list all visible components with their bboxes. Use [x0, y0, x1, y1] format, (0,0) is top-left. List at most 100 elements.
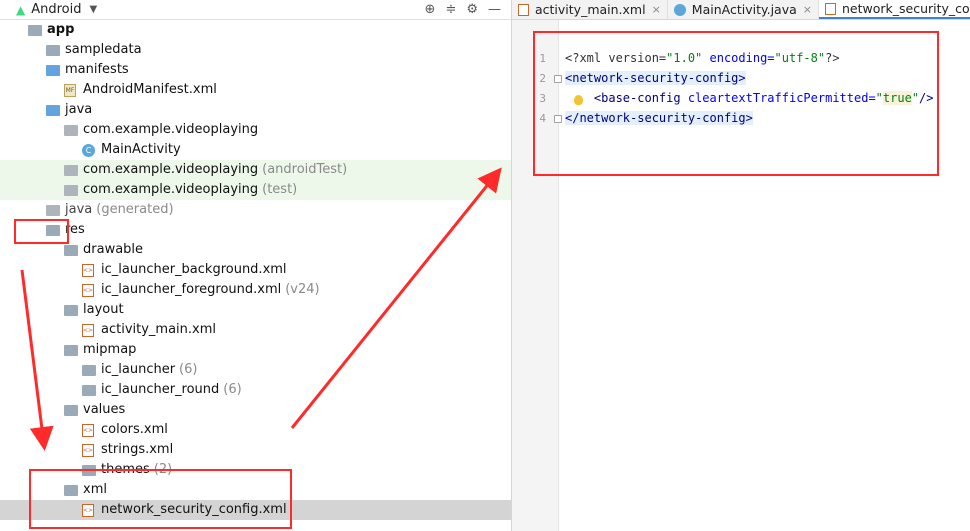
tab-label: network_security_config. — [841, 1, 970, 16]
folder-icon — [82, 385, 96, 396]
line-number: 2 — [539, 72, 546, 85]
tree-item-name: sampledata — [65, 42, 142, 57]
fold-marker-icon[interactable] — [554, 75, 562, 83]
tree-item-app[interactable]: app — [0, 20, 511, 40]
chevron-down-icon[interactable]: ▼ — [90, 4, 98, 15]
tree-item-name: drawable — [83, 242, 144, 257]
tree-item-name: java — [65, 102, 93, 117]
tree-item-label: java (generated) — [65, 200, 174, 220]
tree-item-xml[interactable]: xml — [0, 480, 511, 500]
code-line[interactable]: <base-config cleartextTrafficPermitted="… — [565, 91, 934, 105]
tab-network-security-config[interactable]: network_security_config. — [818, 0, 970, 19]
tree-item-network-security-config-xml[interactable]: <> network_security_config.xml — [0, 500, 511, 520]
tree-item-ic-launcher[interactable]: ic_launcher (6) — [0, 360, 511, 380]
tree-item-label: res — [65, 220, 85, 240]
fold-marker-icon[interactable] — [554, 115, 562, 123]
tree-item-suffix: (6) — [223, 382, 242, 397]
editor-tabs: activity_main.xml × MainActivity.java × netw… — [512, 0, 970, 20]
tree-item-suffix: (generated) — [96, 202, 174, 217]
tree-item-manifests[interactable]: manifests — [0, 60, 511, 80]
tree-item-androidmanifest-xml[interactable]: MF AndroidManifest.xml — [0, 80, 511, 100]
tree-item-name: ic_launcher_foreground.xml — [101, 282, 282, 297]
tree-item-label: colors.xml — [101, 420, 168, 440]
module-icon — [28, 25, 42, 36]
tree-item-label: app — [47, 20, 74, 40]
tree-item-name: strings.xml — [101, 442, 174, 457]
tree-item-label: ic_launcher_foreground.xml (v24) — [101, 280, 320, 300]
tree-item-mipmap[interactable]: mipmap — [0, 340, 511, 360]
tree-item-label: com.example.videoplaying (androidTest) — [83, 160, 347, 180]
tree-item-activity-main-xml[interactable]: <> activity_main.xml — [0, 320, 511, 340]
folder-icon — [46, 105, 60, 116]
tree-item-mainactivity[interactable]: C MainActivity — [0, 140, 511, 160]
tree-item-name: activity_main.xml — [101, 322, 217, 337]
tree-item-label: sampledata — [65, 40, 142, 60]
tree-item-ic-launcher-round[interactable]: ic_launcher_round (6) — [0, 380, 511, 400]
tree-item-strings-xml[interactable]: <> strings.xml — [0, 440, 511, 460]
folder-icon — [64, 485, 78, 496]
code-line[interactable]: </network-security-config> — [565, 111, 753, 125]
code-line[interactable]: <?xml version="1.0" encoding="utf-8"?> — [565, 51, 840, 65]
package-icon — [64, 165, 78, 176]
tree-item-java[interactable]: java (generated) — [0, 200, 511, 220]
collapse-icon[interactable]: ≑ — [445, 2, 456, 17]
close-icon[interactable]: × — [803, 3, 812, 16]
resource-folder-icon — [46, 225, 60, 236]
code-token: " — [875, 91, 883, 105]
tree-item-label: themes (2) — [101, 460, 172, 480]
tree-item-label: layout — [83, 300, 124, 320]
locate-icon[interactable]: ⊕ — [425, 2, 436, 17]
tree-item-res[interactable]: res — [0, 220, 511, 240]
tab-activity-main-xml[interactable]: activity_main.xml × — [512, 0, 668, 19]
tree-item-com-example-videoplaying[interactable]: com.example.videoplaying (androidTest) — [0, 160, 511, 180]
project-toolbar: ▲ Android ▼ ⊕ ≑ ⚙ — — [0, 0, 511, 20]
tree-item-name: app — [47, 22, 75, 37]
tree-item-label: activity_main.xml — [101, 320, 216, 340]
gear-icon[interactable]: ⚙ — [466, 2, 478, 17]
code-line[interactable]: <network-security-config> — [565, 71, 746, 85]
view-mode-selector[interactable]: Android — [31, 2, 81, 17]
tree-item-name: values — [83, 402, 126, 417]
tree-item-name: colors.xml — [101, 422, 168, 437]
xml-file-icon — [518, 3, 529, 16]
code-token: <base-config — [565, 91, 688, 105]
class-icon: C — [82, 144, 95, 157]
folder-icon — [82, 465, 96, 476]
code-token: " — [911, 91, 920, 105]
editor-area: activity_main.xml × MainActivity.java × netw… — [512, 0, 970, 531]
tree-item-layout[interactable]: layout — [0, 300, 511, 320]
tab-label: activity_main.xml — [535, 2, 646, 17]
tree-item-label: strings.xml — [101, 440, 173, 460]
tree-item-name: xml — [83, 482, 107, 497]
tree-item-com-example-videoplaying[interactable]: com.example.videoplaying (test) — [0, 180, 511, 200]
code-token: </network-security-config> — [565, 111, 753, 125]
tree-item-colors-xml[interactable]: <> colors.xml — [0, 420, 511, 440]
tab-label: MainActivity.java — [691, 2, 797, 17]
tree-item-suffix: (6) — [179, 362, 198, 377]
tree-item-ic-launcher-foreground-xml[interactable]: <> ic_launcher_foreground.xml (v24) — [0, 280, 511, 300]
tree-item-name: java — [65, 202, 93, 217]
tree-item-label: AndroidManifest.xml — [83, 80, 217, 100]
hide-icon[interactable]: — — [488, 2, 501, 17]
tree-item-suffix: (v24) — [285, 282, 320, 297]
tree-item-label: xml — [83, 480, 107, 500]
close-icon[interactable]: × — [652, 3, 661, 16]
code-token: "utf-8" — [774, 51, 826, 65]
xml-file-icon: <> — [82, 264, 94, 277]
tree-item-themes[interactable]: themes (2) — [0, 460, 511, 480]
tree-item-com-example-videoplaying[interactable]: com.example.videoplaying — [0, 120, 511, 140]
tree-item-java[interactable]: java — [0, 100, 511, 120]
tree-item-sampledata[interactable]: sampledata — [0, 40, 511, 60]
tree-item-name: com.example.videoplaying — [83, 182, 259, 197]
tab-mainactivity-java[interactable]: MainActivity.java × — [668, 0, 819, 19]
tree-item-values[interactable]: values — [0, 400, 511, 420]
tree-item-ic-launcher-background-xml[interactable]: <> ic_launcher_background.xml — [0, 260, 511, 280]
lightbulb-icon[interactable] — [574, 95, 583, 105]
line-number: 1 — [539, 52, 546, 65]
line-number: 3 — [539, 92, 546, 105]
tree-item-name: AndroidManifest.xml — [83, 82, 217, 97]
folder-icon — [64, 245, 78, 256]
code-token: "1.0" — [666, 51, 703, 65]
tree-item-name: themes — [101, 462, 150, 477]
tree-item-drawable[interactable]: drawable — [0, 240, 511, 260]
